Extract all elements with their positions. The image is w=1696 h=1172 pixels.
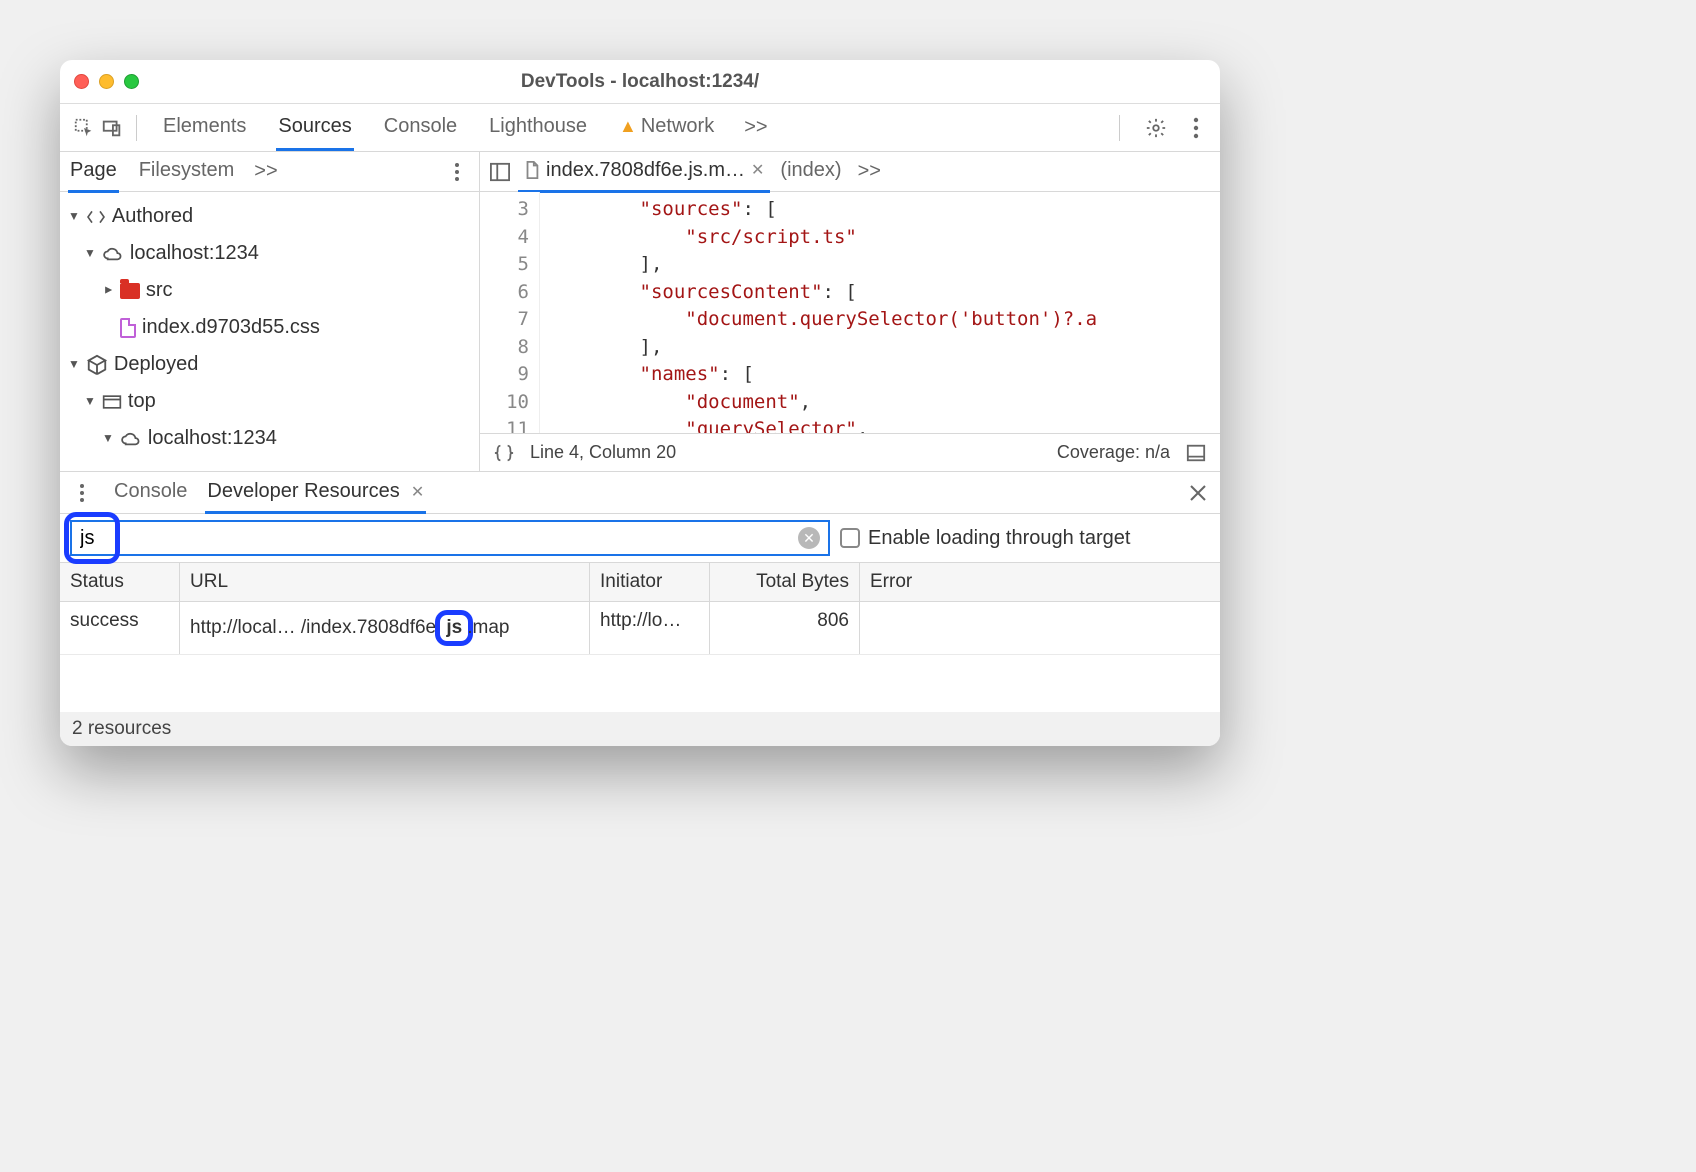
- editor-tab-index[interactable]: (index): [774, 151, 847, 193]
- tree-host-authored[interactable]: ▼ localhost:1234: [84, 235, 471, 272]
- checkbox-icon: [840, 528, 860, 548]
- col-total-bytes[interactable]: Total Bytes: [710, 563, 860, 601]
- file-icon: [524, 161, 540, 179]
- main-tab-bar: Elements Sources Console Lighthouse ▲Net…: [60, 104, 1220, 152]
- drawer-tab-console[interactable]: Console: [112, 472, 189, 514]
- cube-icon: [86, 354, 108, 376]
- editor-statusbar: Line 4, Column 20 Coverage: n/a: [480, 433, 1220, 471]
- line-gutter: 34567891011: [480, 192, 540, 433]
- sources-panel: Page Filesystem >> ▼ Authored ▼ localhos…: [60, 152, 1220, 472]
- navigator-tab-page[interactable]: Page: [68, 151, 119, 193]
- filter-input[interactable]: [80, 527, 798, 550]
- navigator-pane: Page Filesystem >> ▼ Authored ▼ localhos…: [60, 152, 480, 471]
- inspect-element-icon[interactable]: [70, 114, 98, 142]
- editor-tabs-overflow-icon[interactable]: >>: [858, 160, 881, 183]
- tree-group-deployed[interactable]: ▼ Deployed: [68, 346, 471, 383]
- editor-tabs: index.7808df6e.js.m… ✕ (index) >>: [480, 152, 1220, 192]
- filter-input-wrapper: ✕: [70, 520, 830, 556]
- drawer-tabs: Console Developer Resources ✕: [60, 472, 1220, 514]
- col-status[interactable]: Status: [60, 563, 180, 601]
- file-icon: [120, 318, 136, 338]
- tree-group-authored[interactable]: ▼ Authored: [68, 198, 471, 235]
- coverage-label: Coverage: n/a: [1057, 442, 1170, 463]
- col-error[interactable]: Error: [860, 563, 1220, 601]
- navigator-tabs-overflow-icon[interactable]: >>: [254, 160, 277, 183]
- table-body: success http://local… /index.7808df6e.js…: [60, 602, 1220, 712]
- kebab-menu-icon[interactable]: [1182, 114, 1210, 142]
- tree-file-css[interactable]: index.d9703d55.css: [120, 309, 471, 346]
- window-icon: [102, 394, 122, 410]
- cloud-icon: [102, 246, 124, 262]
- navigator-tab-filesystem[interactable]: Filesystem: [137, 151, 237, 193]
- close-drawer-tab-icon[interactable]: ✕: [411, 484, 424, 501]
- drawer-footer: 2 resources: [60, 712, 1220, 746]
- code-editor[interactable]: 34567891011 "sources": [ "src/script.ts"…: [480, 192, 1220, 433]
- col-initiator[interactable]: Initiator: [590, 563, 710, 601]
- tree-host-deployed[interactable]: ▼ localhost:1234: [102, 420, 471, 457]
- editor-pane: index.7808df6e.js.m… ✕ (index) >> 345678…: [480, 152, 1220, 471]
- tab-sources[interactable]: Sources: [276, 105, 353, 151]
- navigator-tabs: Page Filesystem >>: [60, 152, 479, 192]
- cloud-icon: [120, 431, 142, 447]
- close-tab-icon[interactable]: ✕: [751, 160, 764, 180]
- cell-bytes: 806: [710, 602, 860, 654]
- cursor-position: Line 4, Column 20: [530, 442, 676, 463]
- folder-icon: [120, 283, 140, 299]
- titlebar: DevTools - localhost:1234/: [60, 60, 1220, 104]
- enable-loading-checkbox[interactable]: Enable loading through target: [840, 527, 1130, 550]
- warning-icon: ▲: [619, 116, 637, 137]
- file-tree: ▼ Authored ▼ localhost:1234 ▼ src index.…: [60, 192, 479, 463]
- window-title: DevTools - localhost:1234/: [60, 71, 1220, 93]
- settings-gear-icon[interactable]: [1142, 114, 1170, 142]
- tab-console[interactable]: Console: [382, 105, 459, 151]
- tab-network[interactable]: ▲Network: [617, 105, 716, 151]
- pretty-print-icon[interactable]: [490, 439, 518, 467]
- filter-toolbar: ✕ Enable loading through target: [60, 514, 1220, 563]
- main-tabs: Elements Sources Console Lighthouse ▲Net…: [161, 105, 1109, 151]
- tabs-overflow-icon[interactable]: >>: [744, 116, 767, 139]
- source-map-icon[interactable]: [1182, 439, 1210, 467]
- table-header-row: Status URL Initiator Total Bytes Error: [60, 563, 1220, 602]
- editor-tab-active[interactable]: index.7808df6e.js.m… ✕: [518, 151, 770, 193]
- cell-error: [860, 602, 1220, 654]
- tree-frame-top[interactable]: ▼ top: [84, 383, 471, 420]
- device-toolbar-icon[interactable]: [98, 114, 126, 142]
- navigator-kebab-icon[interactable]: [443, 158, 471, 186]
- tab-elements[interactable]: Elements: [161, 105, 248, 151]
- tab-lighthouse[interactable]: Lighthouse: [487, 105, 589, 151]
- brackets-icon: [86, 209, 106, 225]
- cell-status: success: [60, 602, 180, 654]
- drawer: Console Developer Resources ✕ ✕ Enable l…: [60, 472, 1220, 746]
- drawer-tab-dev-resources[interactable]: Developer Resources ✕: [205, 472, 426, 514]
- tree-folder-src[interactable]: ▼ src: [102, 272, 471, 309]
- col-url[interactable]: URL: [180, 563, 590, 601]
- table-row[interactable]: success http://local… /index.7808df6e.js…: [60, 602, 1220, 655]
- cell-url: http://local… /index.7808df6e.js.map: [180, 602, 590, 654]
- close-drawer-icon[interactable]: [1184, 479, 1212, 507]
- clear-filter-icon[interactable]: ✕: [798, 527, 820, 549]
- code-content: "sources": [ "src/script.ts" ], "sources…: [540, 192, 1105, 433]
- drawer-kebab-icon[interactable]: [68, 479, 96, 507]
- cell-initiator: http://lo…: [590, 602, 710, 654]
- devtools-window: DevTools - localhost:1234/ Elements Sour…: [60, 60, 1220, 746]
- toggle-navigator-icon[interactable]: [486, 158, 514, 186]
